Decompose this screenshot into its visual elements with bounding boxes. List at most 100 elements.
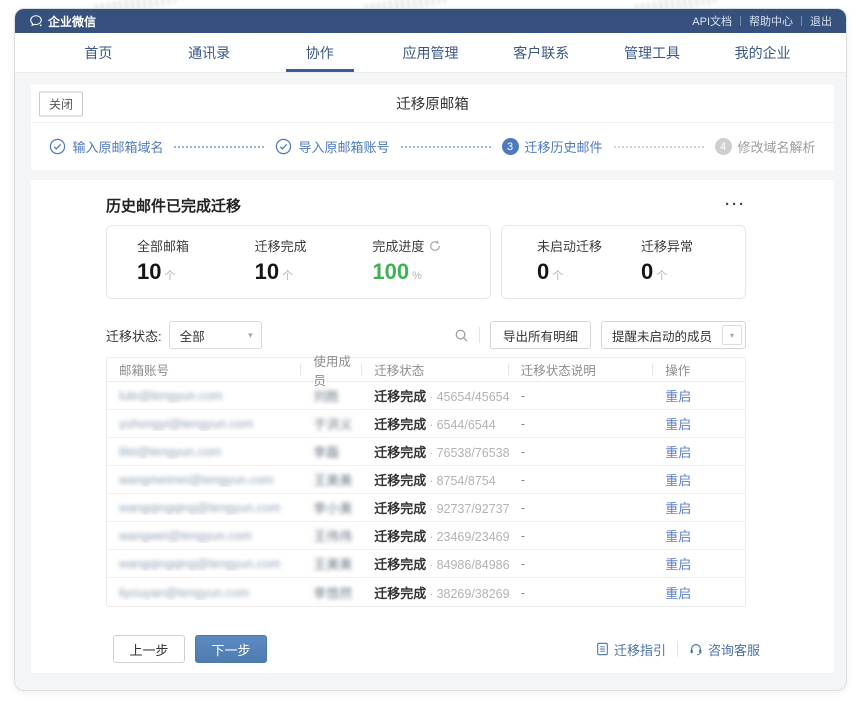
wizard-step: 4 修改域名解析 bbox=[715, 137, 816, 156]
contact-support-link[interactable]: 咨询客服 bbox=[689, 640, 760, 659]
status-separator: · bbox=[429, 501, 433, 516]
migration-status-select[interactable]: 全部 ▾ bbox=[169, 321, 262, 349]
stat-value: 10个 bbox=[255, 260, 373, 288]
wecom-brand[interactable]: 企业微信 bbox=[29, 13, 96, 30]
member-name-masked: 王伟伟 bbox=[313, 529, 352, 544]
member-cell: 李悠然 bbox=[301, 583, 362, 602]
restart-link[interactable]: 重启 bbox=[665, 557, 691, 572]
step-label: 修改域名解析 bbox=[738, 137, 816, 156]
restart-link[interactable]: 重启 bbox=[665, 445, 691, 460]
footer-links: 迁移指引 咨询客服 bbox=[596, 640, 760, 659]
status-separator: · bbox=[429, 557, 433, 572]
close-button[interactable]: 关闭 bbox=[39, 91, 83, 116]
status-progress: 8754/8754 bbox=[437, 474, 496, 488]
export-details-button[interactable]: 导出所有明细 bbox=[490, 321, 591, 349]
search-icon[interactable] bbox=[454, 328, 469, 343]
action-cell: 重启 bbox=[653, 498, 745, 517]
refresh-icon[interactable] bbox=[429, 240, 441, 252]
wizard-step: 3迁移历史邮件 bbox=[502, 137, 603, 156]
prev-step-button[interactable]: 上一步 bbox=[113, 635, 185, 663]
stat-item: 迁移完成10个 bbox=[255, 236, 373, 288]
remind-members-label: 提醒未启动的成员 bbox=[602, 322, 722, 348]
stat-unit: 个 bbox=[282, 270, 293, 282]
restart-link[interactable]: 重启 bbox=[665, 473, 691, 488]
member-name-masked: 于洪义 bbox=[313, 417, 352, 432]
email-text-masked: yuhongyi@tengyun.com bbox=[119, 417, 253, 431]
status-text: 迁移完成 bbox=[374, 501, 426, 516]
action-cell: 重启 bbox=[653, 386, 745, 405]
stat-unit: 个 bbox=[164, 270, 175, 282]
select-value: 全部 bbox=[180, 326, 205, 345]
check-circle-icon bbox=[49, 138, 66, 155]
status-progress: 23469/23469 bbox=[437, 530, 509, 544]
divider bbox=[740, 16, 741, 26]
chevron-down-icon[interactable]: ▾ bbox=[722, 325, 742, 345]
restart-link[interactable]: 重启 bbox=[665, 501, 691, 516]
member-cell: 王美美 bbox=[301, 554, 362, 573]
restart-link[interactable]: 重启 bbox=[665, 389, 691, 404]
section-title: 历史邮件已完成迁移 bbox=[106, 195, 241, 216]
nav-tab[interactable]: 通讯录 bbox=[154, 33, 265, 72]
api-docs-link[interactable]: API文档 bbox=[692, 13, 732, 29]
stats-card-progress: 全部邮箱10个迁移完成10个完成进度100% bbox=[106, 225, 491, 299]
status-text: 迁移完成 bbox=[374, 557, 426, 572]
table-body: lule@tengyun.com刘胜迁移完成·45654/45654-重启 yuh… bbox=[107, 382, 745, 606]
status-text: 迁移完成 bbox=[374, 586, 426, 601]
nav-tab[interactable]: 应用管理 bbox=[375, 33, 486, 72]
member-name-masked: 李小美 bbox=[313, 501, 352, 516]
table-row: yuhongyi@tengyun.com于洪义迁移完成·6544/6544-重启 bbox=[107, 410, 745, 438]
member-cell: 于洪义 bbox=[301, 414, 362, 433]
restart-link[interactable]: 重启 bbox=[665, 417, 691, 432]
member-name-masked: 李磊 bbox=[313, 445, 339, 460]
status-note-cell: - bbox=[509, 444, 654, 459]
divider bbox=[677, 641, 678, 657]
wizard-title: 迁移原邮箱 bbox=[396, 93, 469, 114]
status-cell: 迁移完成·6544/6544 bbox=[362, 414, 509, 433]
email-cell: wangwei@tengyun.com bbox=[107, 528, 301, 543]
more-actions-button[interactable]: ··· bbox=[725, 200, 746, 210]
status-cell: 迁移完成·23469/23469 bbox=[362, 526, 509, 545]
table-row: lule@tengyun.com刘胜迁移完成·45654/45654-重启 bbox=[107, 382, 745, 410]
table-row: wangwei@tengyun.com王伟伟迁移完成·23469/23469-重… bbox=[107, 522, 745, 550]
status-cell: 迁移完成· 38269/38269 bbox=[362, 583, 509, 602]
restart-link[interactable]: 重启 bbox=[665, 586, 691, 601]
stat-unit: % bbox=[412, 270, 422, 282]
restart-link[interactable]: 重启 bbox=[665, 529, 691, 544]
stat-unit: 个 bbox=[656, 270, 667, 282]
email-cell: wangqingqing@tengyun.com bbox=[107, 556, 301, 571]
member-name-masked: 刘胜 bbox=[313, 389, 339, 404]
member-name-masked: 李悠然 bbox=[313, 586, 352, 601]
table-row: wangqingqing@tengyun.com李小美迁移完成·92737/92… bbox=[107, 494, 745, 522]
table-row: lilei@tengyun.com李磊迁移完成·76538/76538-重启 bbox=[107, 438, 745, 466]
nav-tab[interactable]: 首页 bbox=[43, 33, 154, 72]
status-text: 迁移完成 bbox=[374, 445, 426, 460]
table-header: 邮箱账号使用成员迁移状态迁移状态说明操作 bbox=[107, 358, 745, 382]
step-number-badge: 4 bbox=[715, 138, 732, 155]
nav-tab[interactable]: 管理工具 bbox=[597, 33, 708, 72]
status-text: 迁移完成 bbox=[374, 473, 426, 488]
nav-tab[interactable]: 客户联系 bbox=[486, 33, 597, 72]
stat-item: 迁移异常0个 bbox=[641, 236, 745, 288]
status-separator: · bbox=[429, 586, 433, 601]
wizard-step: 输入原邮箱域名 bbox=[49, 137, 163, 156]
status-progress: 38269/38269 bbox=[437, 587, 509, 601]
logout-link[interactable]: 退出 bbox=[810, 13, 832, 29]
status-progress: 45654/45654 bbox=[437, 390, 509, 404]
help-center-link[interactable]: 帮助中心 bbox=[749, 13, 793, 29]
email-cell: lilei@tengyun.com bbox=[107, 444, 301, 459]
member-cell: 刘胜 bbox=[301, 386, 362, 405]
next-step-button[interactable]: 下一步 bbox=[195, 635, 267, 663]
nav-tab[interactable]: 协作 bbox=[264, 33, 375, 72]
page-body: 关闭 迁移原邮箱 输入原邮箱域名导入原邮箱账号3迁移历史邮件4修改域名解析 历史… bbox=[15, 73, 846, 690]
nav-tab[interactable]: 我的企业 bbox=[707, 33, 818, 72]
migration-guide-link[interactable]: 迁移指引 bbox=[596, 640, 666, 659]
status-note-cell: - bbox=[509, 585, 654, 600]
check-circle-icon bbox=[275, 138, 292, 155]
status-separator: · bbox=[429, 473, 433, 488]
column-header: 邮箱账号 bbox=[107, 360, 301, 379]
remind-members-button[interactable]: 提醒未启动的成员 ▾ bbox=[601, 321, 746, 349]
document-icon bbox=[596, 642, 609, 656]
stat-label: 全部邮箱 bbox=[137, 236, 255, 255]
column-header: 迁移状态说明 bbox=[509, 360, 654, 379]
member-name-masked: 王美美 bbox=[313, 473, 352, 488]
